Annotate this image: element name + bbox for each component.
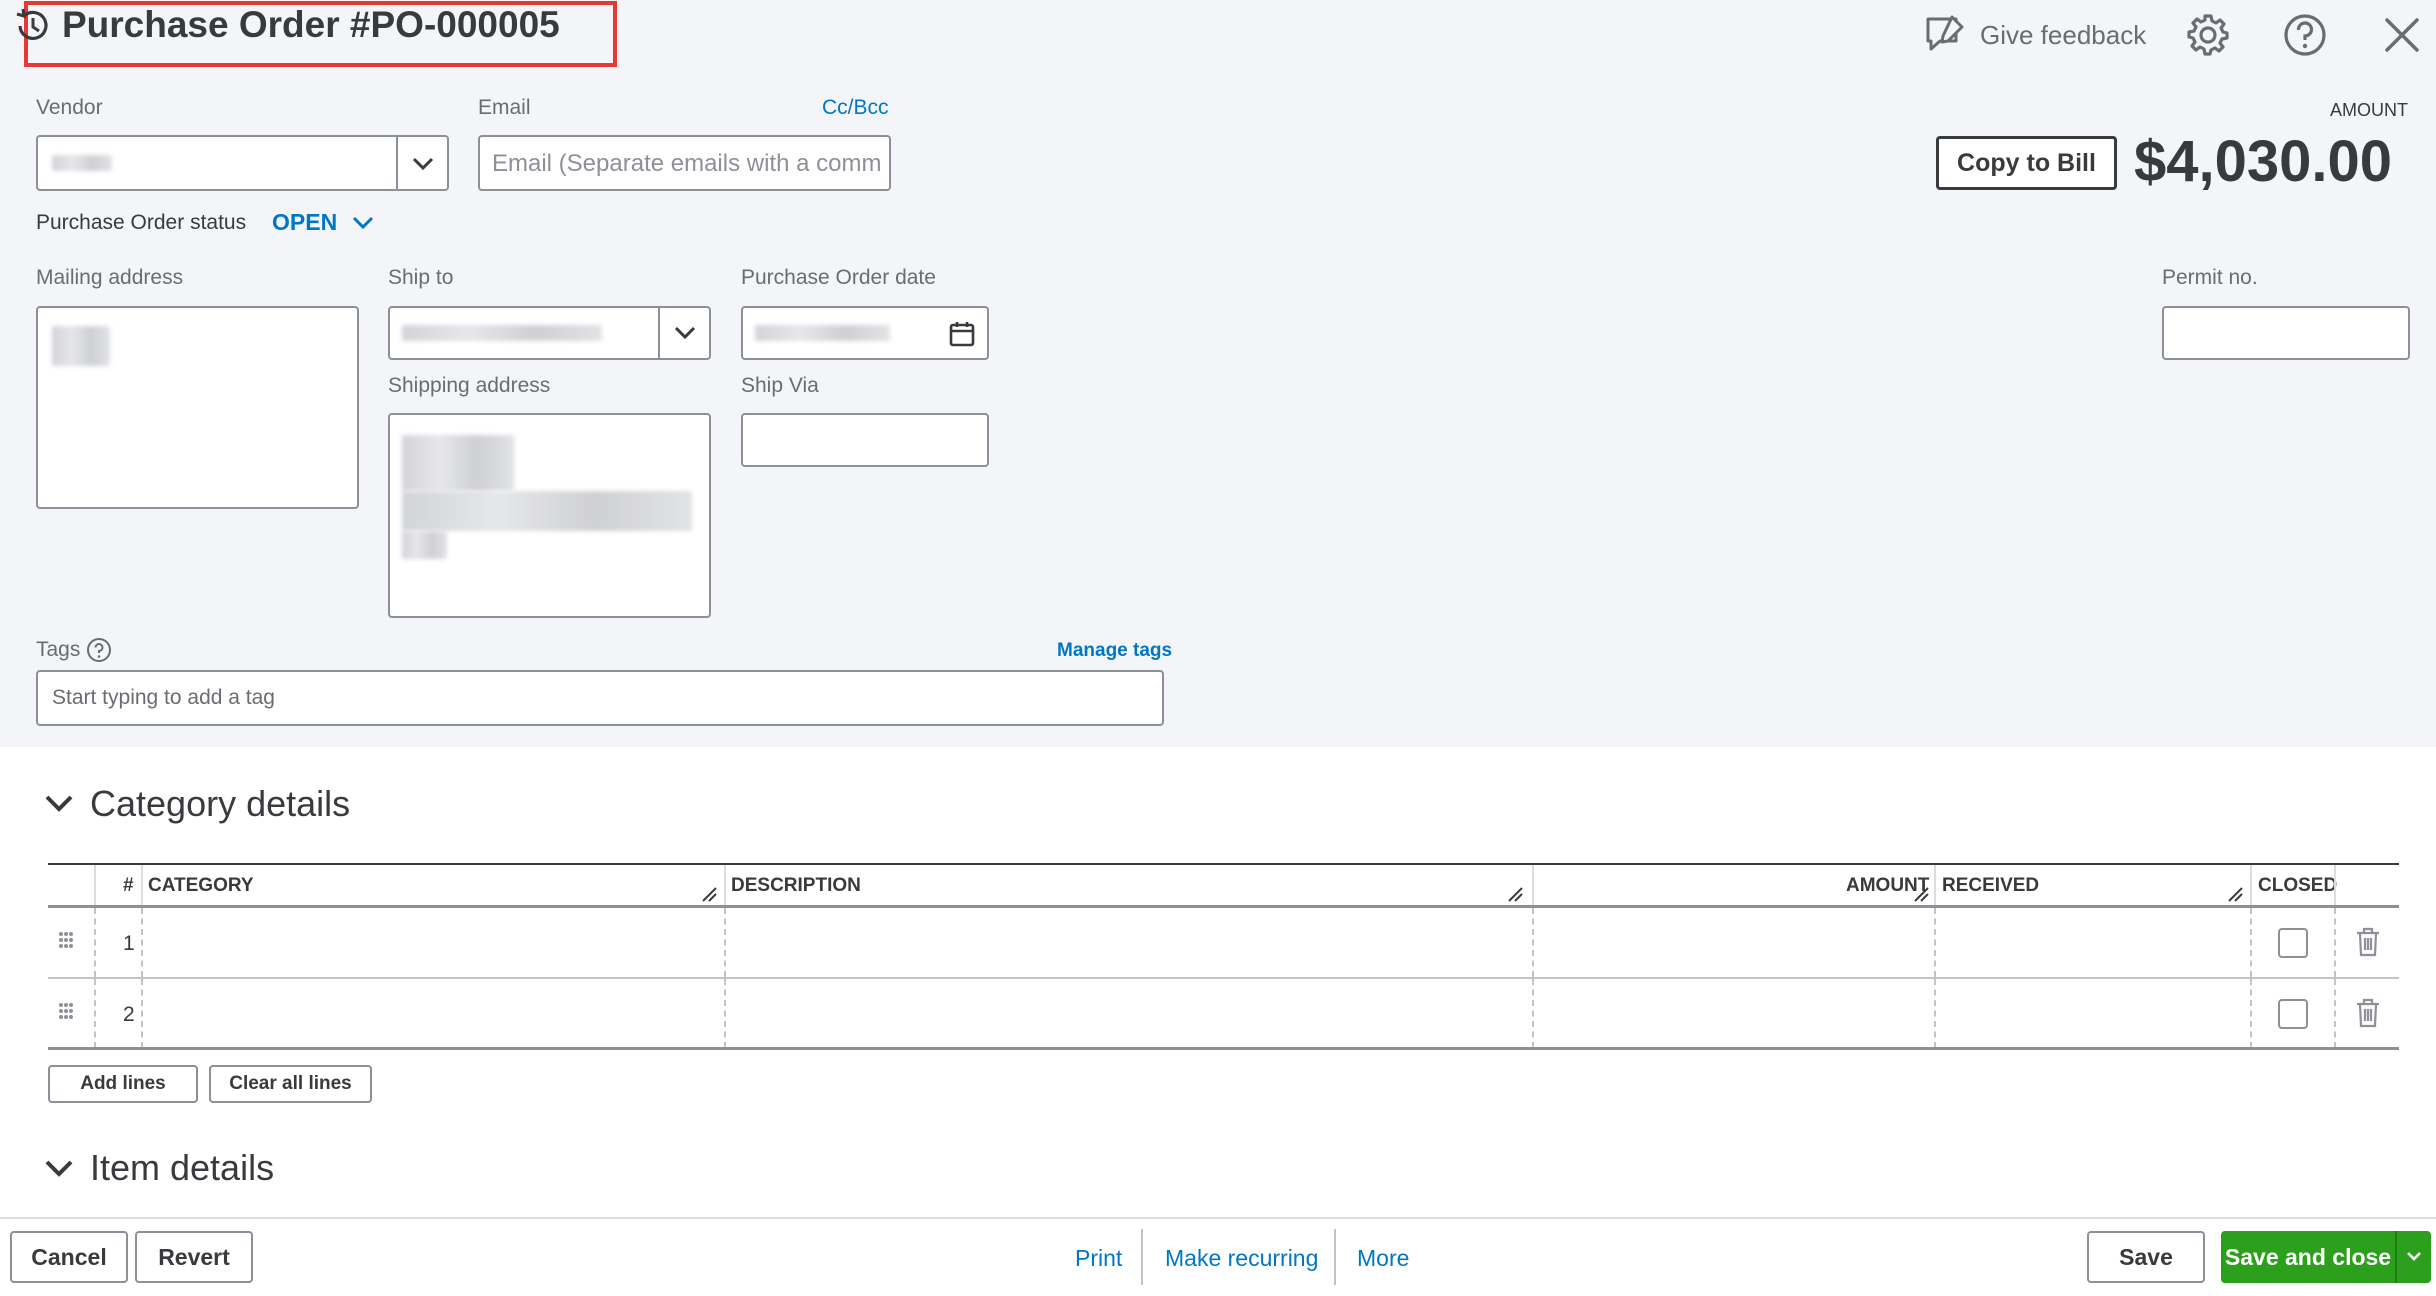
chevron-down-icon (674, 326, 696, 340)
shipping-address-field[interactable] (388, 413, 711, 618)
revert-button[interactable]: Revert (135, 1231, 253, 1283)
shipping-address-redacted-2 (402, 491, 692, 531)
table-row[interactable]: 2 (48, 979, 2399, 1048)
drag-handle-icon[interactable] (56, 1001, 76, 1023)
add-lines-button[interactable]: Add lines (48, 1065, 198, 1103)
clear-all-lines-button[interactable]: Clear all lines (209, 1065, 372, 1103)
po-status-label: Purchase Order status (36, 211, 247, 234)
feedback-icon (1926, 15, 1964, 51)
amount-label: AMOUNT (2330, 100, 2408, 120)
tags-placeholder: Start typing to add a tag (52, 686, 275, 709)
col-header-category[interactable]: CATEGORY (148, 875, 254, 897)
closed-checkbox[interactable] (2278, 928, 2308, 958)
closed-checkbox[interactable] (2278, 999, 2308, 1029)
email-field[interactable]: Email (Separate emails with a comm (478, 135, 891, 191)
total-amount: $4,030.00 (2134, 129, 2393, 194)
vendor-select[interactable] (36, 135, 449, 191)
close-icon[interactable] (2381, 14, 2423, 56)
item-details-title[interactable]: Item details (90, 1147, 274, 1189)
col-header-received[interactable]: RECEIVED (1942, 875, 2039, 897)
copy-to-bill-button[interactable]: Copy to Bill (1936, 136, 2117, 190)
ship-via-label: Ship Via (741, 374, 819, 397)
ship-to-select[interactable] (388, 306, 711, 360)
give-feedback-button[interactable]: Give feedback (1922, 12, 2146, 58)
col-header-closed: CLOSED (2258, 875, 2338, 896)
save-and-close-button[interactable]: Save and close (2221, 1244, 2395, 1271)
po-date-label: Purchase Order date (741, 266, 936, 289)
help-icon[interactable] (2282, 12, 2328, 58)
save-and-close-split-button[interactable]: Save and close (2221, 1231, 2431, 1283)
po-status-value: OPEN (272, 209, 338, 235)
calendar-icon[interactable] (948, 320, 976, 348)
footer-bar: Cancel Revert Print Make recurring More … (0, 1217, 2436, 1296)
vendor-value-redacted (52, 155, 112, 171)
trash-icon[interactable] (2354, 997, 2382, 1029)
tags-label-group: Tags (36, 637, 112, 663)
chevron-down-icon[interactable] (42, 1152, 76, 1186)
resize-handle-icon[interactable] (2226, 885, 2244, 903)
mailing-address-label: Mailing address (36, 266, 184, 289)
print-link[interactable]: Print (1075, 1245, 1122, 1272)
ship-to-value-redacted (402, 325, 602, 341)
mailing-address-field[interactable] (36, 306, 359, 509)
resize-handle-icon[interactable] (700, 885, 718, 903)
po-date-value-redacted (755, 325, 890, 341)
category-details-title[interactable]: Category details (90, 783, 350, 825)
shipping-address-label: Shipping address (388, 374, 551, 397)
vendor-label: Vendor (36, 96, 103, 119)
tags-input[interactable]: Start typing to add a tag (36, 670, 1164, 726)
po-status-dropdown[interactable]: OPEN (272, 209, 375, 236)
chevron-down-icon[interactable] (2397, 1245, 2431, 1269)
more-link[interactable]: More (1357, 1245, 1409, 1272)
page-title: Purchase Order #PO-000005 (62, 4, 560, 45)
shipping-address-redacted-1 (402, 435, 514, 491)
save-button[interactable]: Save (2087, 1231, 2205, 1283)
table-row[interactable]: 1 (48, 908, 2399, 977)
chevron-down-icon[interactable] (42, 787, 76, 821)
tags-label: Tags (36, 638, 81, 661)
resize-handle-icon[interactable] (1506, 885, 1524, 903)
col-header-number: # (123, 875, 134, 896)
ship-via-field[interactable] (741, 413, 989, 467)
row-number: 2 (123, 1003, 135, 1026)
details-section: Category details # CATEGORY DESCRIPTION … (0, 747, 2436, 1217)
chevron-down-icon (353, 216, 374, 229)
table-header-bottom (48, 863, 2399, 865)
resize-handle-icon[interactable] (1912, 885, 1930, 903)
email-placeholder: Email (Separate emails with a comm (492, 150, 880, 177)
history-icon[interactable] (12, 6, 52, 46)
gear-icon[interactable] (2185, 12, 2231, 58)
help-icon[interactable] (86, 637, 112, 663)
trash-icon[interactable] (2354, 926, 2382, 958)
ccbcc-link[interactable]: Cc/Bcc (822, 96, 889, 120)
email-label: Email (478, 96, 531, 119)
give-feedback-label: Give feedback (1980, 19, 2147, 50)
manage-tags-link[interactable]: Manage tags (1057, 640, 1172, 662)
row-number: 1 (123, 932, 135, 955)
make-recurring-link[interactable]: Make recurring (1165, 1245, 1318, 1272)
mailing-address-redacted (52, 326, 110, 366)
permit-field[interactable] (2162, 306, 2410, 360)
ship-to-label: Ship to (388, 266, 454, 289)
permit-label: Permit no. (2162, 266, 2258, 289)
po-date-field[interactable] (741, 306, 989, 360)
col-header-description[interactable]: DESCRIPTION (731, 875, 861, 897)
cancel-button[interactable]: Cancel (10, 1231, 128, 1283)
chevron-down-icon (412, 157, 434, 171)
shipping-address-redacted-3 (402, 531, 447, 559)
drag-handle-icon[interactable] (56, 930, 76, 952)
